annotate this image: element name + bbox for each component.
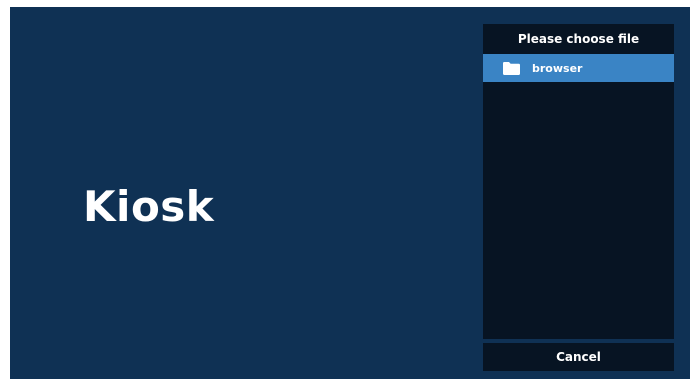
file-list: browser [483, 54, 674, 339]
folder-icon [503, 61, 520, 75]
app-title: Kiosk [83, 182, 215, 231]
file-chooser-header: Please choose file [483, 24, 674, 54]
list-item-label: browser [532, 61, 583, 75]
kiosk-screen: Kiosk Please choose file browser Cancel [10, 7, 690, 379]
cancel-button[interactable]: Cancel [483, 343, 674, 371]
list-item-browser[interactable]: browser [483, 54, 674, 82]
